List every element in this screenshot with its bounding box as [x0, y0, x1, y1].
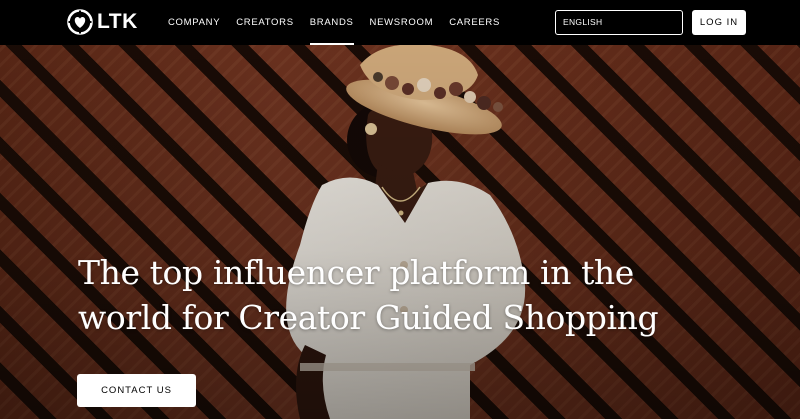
hero-section: The top influencer platform in the world…: [0, 45, 800, 419]
language-select[interactable]: ENGLISH: [555, 10, 683, 35]
nav-company[interactable]: COMPANY: [160, 0, 228, 45]
nav-careers[interactable]: CAREERS: [441, 0, 508, 45]
logo-text: LTK: [97, 10, 138, 33]
nav-brands[interactable]: BRANDS: [302, 0, 362, 45]
login-button[interactable]: LOG IN: [692, 10, 746, 35]
contact-us-button[interactable]: CONTACT US: [77, 374, 196, 407]
hero-overlay: [0, 45, 800, 419]
nav-creators[interactable]: CREATORS: [228, 0, 302, 45]
top-navigation-bar: LTK COMPANY CREATORS BRANDS NEWSROOM CAR…: [0, 0, 800, 45]
main-nav: COMPANY CREATORS BRANDS NEWSROOM CAREERS: [160, 0, 508, 45]
ltk-heart-logo-icon: [67, 9, 93, 35]
ltk-logo[interactable]: LTK: [67, 9, 138, 35]
nav-newsroom[interactable]: NEWSROOM: [362, 0, 442, 45]
hero-headline: The top influencer platform in the world…: [78, 253, 659, 337]
